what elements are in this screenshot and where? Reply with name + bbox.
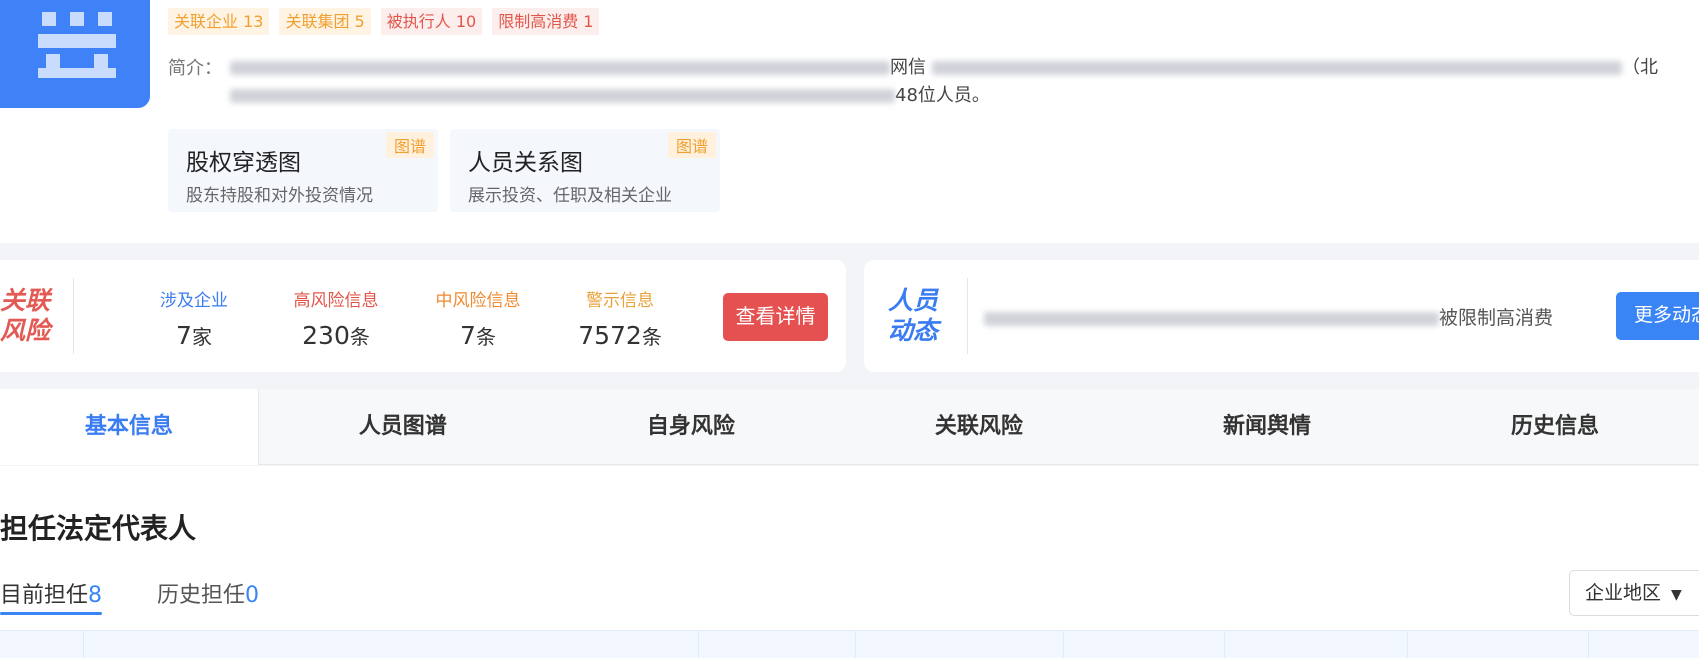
divider: [967, 278, 968, 354]
subtab-label: 历史担任: [157, 583, 246, 608]
region-filter-label: 企业地区: [1585, 582, 1662, 604]
tab-news[interactable]: 新闻舆情: [1123, 389, 1411, 465]
company-logo: [0, 0, 150, 108]
tag-related-companies[interactable]: 关联企业 13: [168, 8, 270, 35]
metric-value: 7: [460, 321, 476, 350]
redacted-text: [230, 61, 890, 75]
metric-label: 警示信息: [586, 291, 654, 311]
intro-fragment-1: 网信: [890, 57, 926, 78]
table-header: [0, 630, 1699, 658]
intro-fragment-2: （北: [1622, 57, 1658, 78]
intro-label: 简介：: [168, 58, 222, 79]
related-risk-title: 关联风险: [0, 286, 51, 345]
tab-basic-info[interactable]: 基本信息: [0, 389, 259, 465]
subtab-count: 8: [88, 583, 103, 608]
divider: [73, 278, 74, 354]
tag-executed-person[interactable]: 被执行人 10: [380, 8, 483, 35]
redacted-text: [230, 89, 895, 103]
company-intro: 网信 （北 48位人员。: [230, 54, 1690, 110]
graph-tag: 图谱: [385, 132, 434, 158]
caret-down-icon: ▼: [1671, 587, 1682, 603]
more-dynamics-button[interactable]: 更多动态: [1616, 292, 1699, 340]
metric-warning[interactable]: 警示信息 7572条: [570, 286, 670, 350]
graph-tag: 图谱: [667, 132, 716, 158]
metric-medium-risk[interactable]: 中风险信息 7条: [428, 286, 528, 350]
tab-people-graph[interactable]: 人员图谱: [259, 389, 547, 465]
metric-value: 7: [176, 321, 192, 350]
tab-related-risk[interactable]: 关联风险: [835, 389, 1123, 465]
metric-value: 230: [302, 321, 350, 350]
metric-unit: 家: [191, 325, 212, 349]
subtab-current[interactable]: 目前担任8: [0, 577, 103, 615]
metric-companies[interactable]: 涉及企业 7家: [152, 286, 236, 350]
tab-own-risk[interactable]: 自身风险: [547, 389, 835, 465]
related-risk-panel: 关联风险 涉及企业 7家 高风险信息 230条 中风险信息 7条 警示信息 75…: [0, 260, 846, 372]
metric-label: 高风险信息: [293, 291, 379, 311]
section-title: 担任法定代表人: [0, 512, 197, 545]
metric-value: 7572: [578, 321, 642, 350]
company-header-card: 关联企业 13 关联集团 5 被执行人 10 限制高消费 1 简介： 网信 （北 …: [0, 0, 1699, 243]
legal-rep-section: 担任法定代表人 目前担任8 历史担任0 企业地区 ▼: [0, 466, 1699, 658]
tag-high-consumption-limit[interactable]: 限制高消费 1: [492, 8, 600, 35]
equity-graph-card[interactable]: 图谱 股权穿透图 股东持股和对外投资情况: [168, 129, 438, 212]
graph-title: 人员关系图: [468, 150, 583, 176]
redacted-text: [984, 311, 1439, 326]
metric-unit: 条: [475, 325, 496, 349]
people-graph-card[interactable]: 图谱 人员关系图 展示投资、任职及相关企业: [450, 129, 720, 212]
graph-title: 股权穿透图: [186, 150, 301, 176]
dynamics-text[interactable]: 被限制高消费: [984, 303, 1553, 330]
tag-related-groups[interactable]: 关联集团 5: [279, 8, 371, 35]
risk-tags: 关联企业 13 关联集团 5 被执行人 10 限制高消费 1: [168, 8, 600, 35]
metric-label: 中风险信息: [435, 291, 521, 311]
intro-fragment-3: 48位人员。: [895, 85, 990, 106]
tab-history[interactable]: 历史信息: [1411, 389, 1699, 465]
graph-desc: 展示投资、任职及相关企业: [468, 186, 672, 206]
redacted-text: [932, 61, 1622, 75]
company-page: 关联企业 13 关联集团 5 被执行人 10 限制高消费 1 简介： 网信 （北 …: [0, 0, 1699, 658]
people-dynamics-title: 人员动态: [888, 286, 939, 345]
metric-unit: 条: [641, 325, 662, 349]
metric-unit: 条: [349, 325, 370, 349]
people-dynamics-panel: 人员动态 被限制高消费 更多动态: [864, 260, 1699, 372]
subtab-history[interactable]: 历史担任0: [157, 577, 259, 609]
subtab-label: 目前担任: [0, 583, 89, 608]
region-filter-select[interactable]: 企业地区 ▼: [1569, 570, 1699, 616]
graph-desc: 股东持股和对外投资情况: [186, 186, 373, 206]
view-details-button[interactable]: 查看详情: [723, 293, 828, 341]
subtab-count: 0: [245, 583, 260, 608]
dynamics-fragment: 被限制高消费: [1439, 307, 1554, 329]
metric-label: 涉及企业: [160, 291, 228, 311]
main-tabs: 基本信息 人员图谱 自身风险 关联风险 新闻舆情 历史信息: [0, 389, 1699, 465]
metric-high-risk[interactable]: 高风险信息 230条: [286, 286, 386, 350]
